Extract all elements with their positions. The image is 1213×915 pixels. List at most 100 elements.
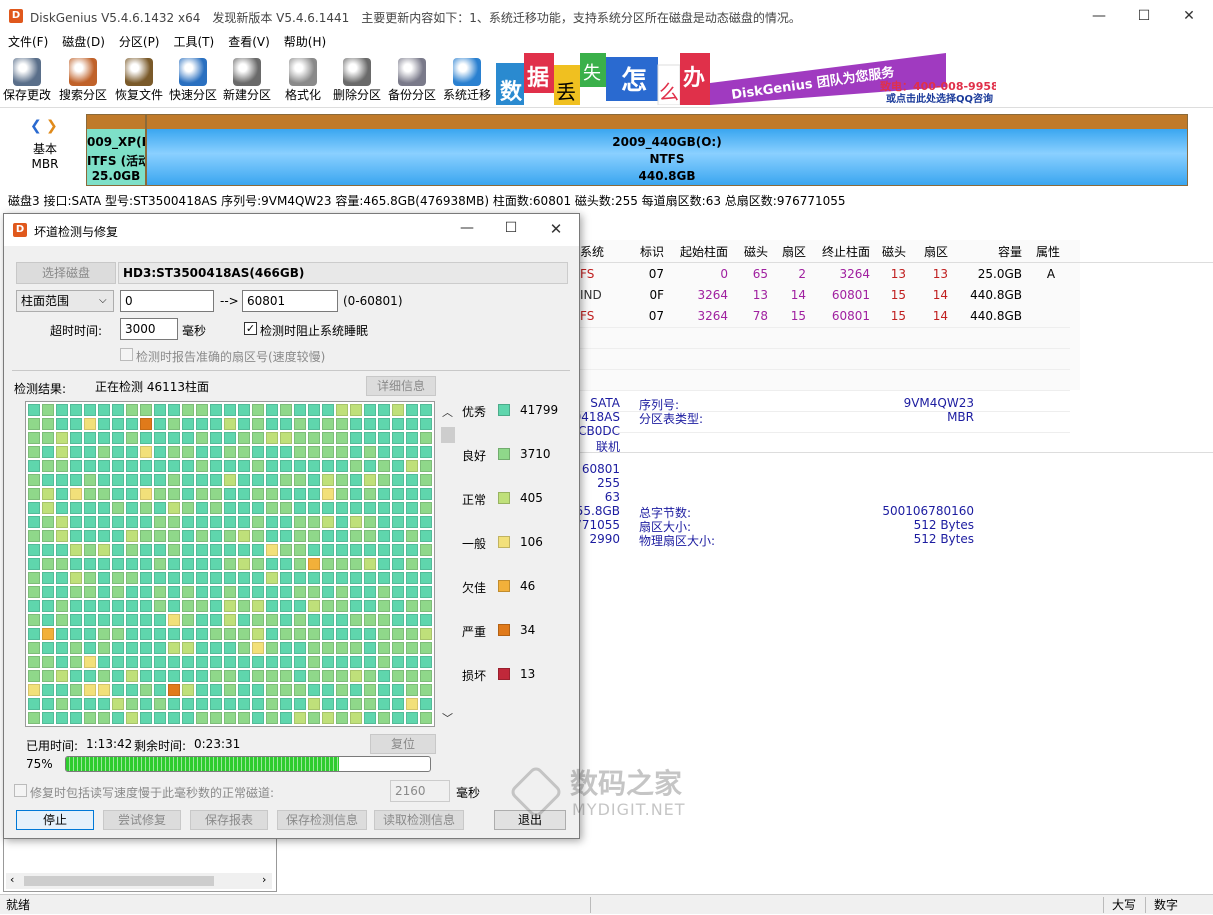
sector-cell — [140, 460, 152, 472]
sector-cell — [364, 670, 376, 682]
menu-view[interactable]: 查看(V) — [220, 32, 276, 52]
detail-info-button[interactable]: 详细信息 — [366, 376, 436, 396]
column-header[interactable]: 扇区 — [776, 242, 806, 263]
column-header[interactable]: 系统 — [580, 242, 620, 263]
toolbar-label: 保存更改 — [2, 88, 51, 102]
legend-swatch — [498, 580, 510, 592]
sector-cell — [322, 446, 334, 458]
sector-cell — [238, 516, 250, 528]
minimize-button[interactable]: — — [1077, 4, 1121, 28]
ad-banner[interactable]: 数 据 丢 失 怎 么 办 DiskGenius 团队为您服务 致电：400-0… — [496, 53, 996, 105]
sector-cell — [28, 460, 40, 472]
menu-partition[interactable]: 分区(P) — [111, 32, 166, 52]
column-header[interactable]: 起始柱面 — [674, 242, 728, 263]
table-row[interactable]: FS 07 0 65 2 3264 13 13 25.0GB A — [580, 264, 1213, 285]
table-cell: 78 — [752, 309, 768, 323]
sector-cell — [238, 628, 250, 640]
grid-scroll-up-icon[interactable]: ︿ — [442, 404, 453, 420]
column-header[interactable]: 磁头 — [738, 242, 768, 263]
partition-440gb[interactable]: 2009_440GB(O:) NTFS 440.8GB — [146, 114, 1188, 186]
toolbar-button-6[interactable]: 删除分区 — [330, 56, 384, 106]
sector-cell — [140, 530, 152, 542]
sector-cell — [154, 432, 166, 444]
disk-next-icon[interactable]: ❯ — [46, 118, 58, 134]
sector-cell — [392, 684, 404, 696]
sector-cell — [294, 712, 306, 724]
range-select[interactable]: 柱面范围 ⌵ — [16, 290, 114, 312]
disk-prev-icon[interactable]: ❮ — [30, 118, 42, 134]
range-to-input[interactable]: 60801 — [242, 290, 338, 312]
repair-option-checkbox[interactable] — [14, 784, 27, 797]
sector-cell — [336, 502, 348, 514]
legend-count: 34 — [520, 623, 536, 637]
report-sector-checkbox[interactable] — [120, 348, 133, 361]
maximize-button[interactable]: ☐ — [1122, 4, 1166, 28]
dialog-minimize-button[interactable]: — — [452, 220, 482, 236]
sector-cell — [420, 418, 432, 430]
repair-ms-input[interactable]: 2160 — [390, 780, 450, 802]
save-scan-info-button[interactable]: 保存检测信息 — [277, 810, 367, 830]
sector-cell — [336, 446, 348, 458]
toolbar-button-4[interactable]: 新建分区 — [220, 56, 274, 106]
tree-hscroll[interactable]: ‹ › — [6, 873, 272, 889]
sector-cell — [126, 698, 138, 710]
sector-cell — [196, 404, 208, 416]
sector-cell — [112, 446, 124, 458]
close-button[interactable]: ✕ — [1167, 4, 1211, 28]
save-report-button[interactable]: 保存报表 — [190, 810, 268, 830]
stop-button[interactable]: 停止 — [16, 810, 94, 830]
toolbar-button-3[interactable]: 快速分区 — [166, 56, 220, 106]
sector-cell — [98, 600, 110, 612]
sector-cell — [196, 572, 208, 584]
sector-cell — [112, 488, 124, 500]
menu-tools[interactable]: 工具(T) — [166, 32, 221, 52]
timeout-input[interactable]: 3000 — [120, 318, 178, 340]
chevron-down-icon: ⌵ — [99, 295, 107, 306]
sector-cell — [42, 404, 54, 416]
toolbar-button-5[interactable]: 格式化 — [276, 56, 330, 106]
dialog-close-button[interactable]: ✕ — [541, 220, 571, 238]
try-repair-button[interactable]: 尝试修复 — [103, 810, 181, 830]
sector-cell — [70, 712, 82, 724]
select-disk-button[interactable]: 选择磁盘 — [16, 262, 116, 284]
column-header[interactable]: 属性 — [1036, 242, 1066, 263]
sector-cell — [392, 572, 404, 584]
column-header[interactable]: 容量 — [960, 242, 1022, 263]
sector-cell — [266, 600, 278, 612]
toolbar-button-8[interactable]: 系统迁移 — [440, 56, 494, 106]
toolbar-button-0[interactable]: 保存更改 — [0, 56, 54, 106]
update-desc: 主要更新内容如下：1、系统迁移功能，支持系统分区所在磁盘是动态磁盘的情况。 — [361, 11, 801, 25]
dialog-maximize-button[interactable]: ☐ — [496, 220, 526, 236]
sector-cell — [350, 698, 362, 710]
grid-scroll-down-icon[interactable]: ﹀ — [442, 710, 453, 726]
table-row[interactable]: FS 07 3264 78 15 60801 15 14 440.8GB — [580, 306, 1213, 327]
column-header[interactable]: 扇区 — [918, 242, 948, 263]
sector-cell — [378, 530, 390, 542]
menu-file[interactable]: 文件(F) — [0, 32, 54, 52]
sector-cell — [140, 502, 152, 514]
sector-cell — [196, 432, 208, 444]
update-notice[interactable]: 发现新版本 V5.4.6.1441 — [212, 11, 349, 25]
menu-disk[interactable]: 磁盘(D) — [54, 32, 111, 52]
reset-button[interactable]: 复位 — [370, 734, 436, 754]
load-scan-info-button[interactable]: 读取检测信息 — [374, 810, 464, 830]
partition-xp[interactable]: 009_XP(F: ITFS (活动 25.0GB — [86, 114, 146, 186]
sector-cell — [28, 656, 40, 668]
sector-cell — [182, 712, 194, 724]
column-header[interactable]: 磁头 — [876, 242, 906, 263]
table-row[interactable]: IND 0F 3264 13 14 60801 15 14 440.8GB — [580, 285, 1213, 306]
prevent-sleep-checkbox[interactable]: ✓ — [244, 322, 257, 335]
sector-cell — [280, 488, 292, 500]
sector-cell — [364, 502, 376, 514]
sector-cell — [252, 628, 264, 640]
toolbar-button-1[interactable]: 搜索分区 — [56, 56, 110, 106]
range-from-input[interactable]: 0 — [120, 290, 214, 312]
column-header[interactable]: 终止柱面 — [816, 242, 870, 263]
sector-cell — [98, 614, 110, 626]
column-header[interactable]: 标识 — [624, 242, 664, 263]
grid-scroll-thumb[interactable] — [441, 427, 455, 443]
menu-help[interactable]: 帮助(H) — [276, 32, 332, 52]
toolbar-button-7[interactable]: 备份分区 — [385, 56, 439, 106]
legend-swatch — [498, 536, 510, 548]
toolbar-button-2[interactable]: 恢复文件 — [112, 56, 166, 106]
